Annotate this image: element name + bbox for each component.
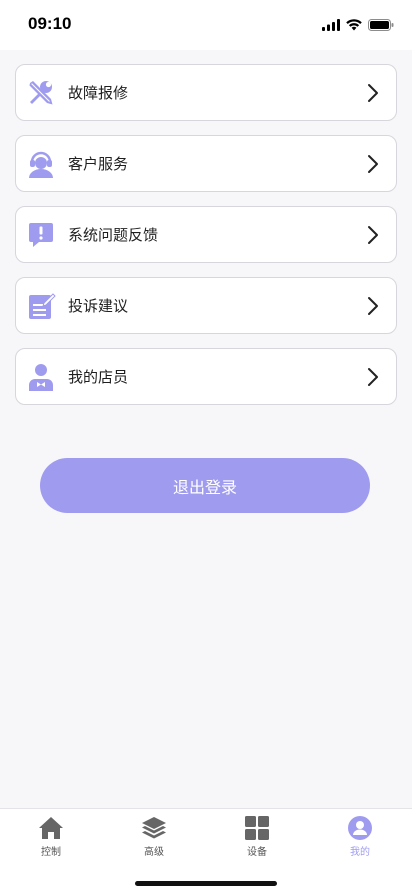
home-indicator (135, 881, 277, 886)
chevron-right-icon (366, 83, 380, 103)
menu-item-label: 投诉建议 (68, 297, 129, 315)
menu-item-label: 客户服务 (68, 155, 129, 173)
headset-icon (26, 149, 56, 179)
menu-item-my-staff[interactable]: 我的店员 (15, 348, 397, 405)
menu-item-system-feedback[interactable]: 系统问题反馈 (15, 206, 397, 263)
profile-icon (347, 815, 373, 841)
tab-control[interactable]: 控制 (16, 815, 86, 859)
tab-label: 高级 (144, 847, 164, 858)
chevron-right-icon (366, 225, 380, 245)
home-icon (38, 815, 64, 841)
complaint-icon (26, 291, 56, 321)
chevron-right-icon (366, 367, 380, 387)
menu-item-customer-service[interactable]: 客户服务 (15, 135, 397, 192)
status-icons (322, 16, 394, 35)
tab-devices[interactable]: 设备 (222, 815, 292, 859)
tab-label: 设备 (247, 847, 267, 858)
menu-item-label: 故障报修 (68, 84, 129, 102)
cellular-signal-icon (322, 16, 340, 35)
tab-mine[interactable]: 我的 (325, 815, 395, 859)
logout-button[interactable]: 退出登录 (40, 458, 370, 513)
grid-icon (244, 815, 270, 841)
tab-label: 控制 (41, 847, 61, 858)
menu-list: 故障报修 客户服务 系统问题反馈 投诉建议 我的店员 (15, 64, 397, 419)
menu-item-label: 我的店员 (68, 368, 129, 386)
layers-icon (141, 815, 167, 841)
menu-item-complaint[interactable]: 投诉建议 (15, 277, 397, 334)
tab-advanced[interactable]: 高级 (119, 815, 189, 859)
wifi-icon (346, 16, 362, 35)
feedback-icon (26, 220, 56, 250)
status-time: 09:10 (28, 14, 72, 33)
menu-item-repair[interactable]: 故障报修 (15, 64, 397, 121)
chevron-right-icon (366, 296, 380, 316)
staff-icon (26, 362, 56, 392)
tools-icon (26, 78, 56, 108)
menu-item-label: 系统问题反馈 (68, 226, 159, 244)
battery-icon (368, 16, 394, 35)
tab-label: 我的 (350, 847, 370, 858)
status-bar: 09:10 (0, 0, 412, 50)
chevron-right-icon (366, 154, 380, 174)
